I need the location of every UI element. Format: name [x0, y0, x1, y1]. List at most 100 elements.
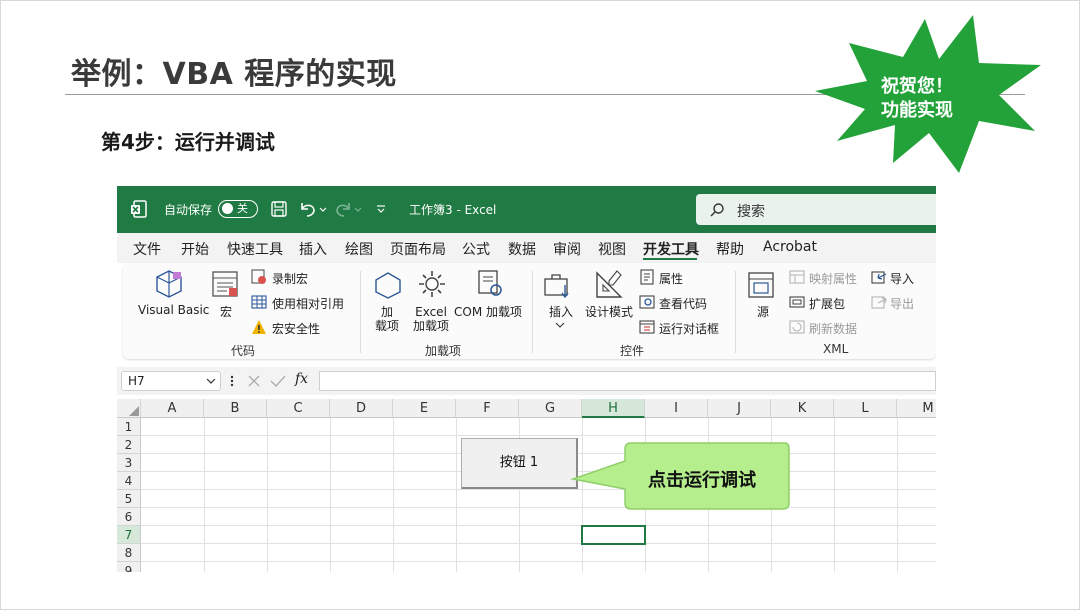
import-icon: [871, 271, 887, 284]
row-header-selected[interactable]: 7: [117, 526, 141, 544]
addins-button[interactable]: 加 载项: [375, 305, 399, 333]
redo-icon[interactable]: [335, 200, 365, 218]
cancel-icon[interactable]: [247, 374, 261, 388]
run-dialog-button[interactable]: 运行对话框: [659, 320, 719, 337]
formula-bar: H7 fx: [117, 367, 936, 395]
import-button[interactable]: 导入: [890, 270, 914, 287]
row-header[interactable]: 4: [117, 472, 141, 490]
undo-icon[interactable]: [298, 200, 328, 218]
name-box-value: H7: [128, 374, 145, 388]
more-options-icon[interactable]: [229, 374, 235, 388]
group-label-addins: 加载项: [425, 344, 462, 358]
design-mode-button[interactable]: 设计模式: [585, 303, 633, 320]
group-separator: [532, 271, 533, 353]
name-box[interactable]: H7: [121, 371, 221, 391]
search-placeholder: 搜索: [737, 204, 765, 220]
excel-window: 自动保存 关 工作簿3 - Excel 搜索 文件 开始 快速工具 插入 绘图 …: [117, 186, 936, 572]
insert-controls-button[interactable]: 插入: [549, 303, 573, 320]
badge-line-1: 祝贺您！: [881, 76, 953, 97]
tab-formulas[interactable]: 公式: [462, 239, 490, 259]
gridline: [456, 418, 457, 572]
selected-cell-h7[interactable]: [581, 525, 646, 545]
row-header[interactable]: 9: [117, 562, 141, 572]
group-label-xml: XML: [823, 342, 849, 356]
autosave-toggle[interactable]: 关: [218, 200, 258, 218]
column-header[interactable]: L: [834, 399, 897, 418]
select-all-corner[interactable]: [117, 399, 141, 418]
xml-source-icon: [748, 272, 774, 298]
column-header[interactable]: B: [204, 399, 267, 418]
refresh-data-button[interactable]: 刷新数据: [809, 320, 857, 337]
customize-toolbar-icon[interactable]: [375, 203, 387, 215]
column-header-selected[interactable]: H: [582, 399, 645, 418]
tab-file[interactable]: 文件: [133, 239, 161, 259]
excel-addins-label-1: Excel: [415, 305, 447, 319]
gridline: [141, 561, 936, 562]
insert-function-button[interactable]: fx: [295, 371, 308, 387]
column-header[interactable]: G: [519, 399, 582, 418]
workbook-title: 工作簿3 - Excel: [409, 203, 497, 217]
column-header[interactable]: F: [456, 399, 519, 418]
visual-basic-button[interactable]: Visual Basic: [138, 303, 209, 317]
expansion-packs-icon: [789, 296, 805, 308]
search-box[interactable]: 搜索: [696, 194, 936, 225]
tab-home[interactable]: 开始: [181, 239, 209, 259]
excel-addins-button[interactable]: Excel 加载项: [413, 305, 449, 333]
macro-security-button[interactable]: 宏安全性: [272, 320, 320, 337]
addins-label-1: 加: [381, 305, 394, 319]
row-header[interactable]: 6: [117, 508, 141, 526]
ribbon-panel: Visual Basic 宏 录制宏 使用相对引用 宏安全性 代码 加 载项 E…: [123, 263, 936, 359]
design-mode-icon: [596, 270, 623, 298]
visual-basic-icon: [156, 270, 182, 298]
gridline: [141, 507, 936, 508]
save-icon[interactable]: [271, 201, 287, 217]
row-header[interactable]: 3: [117, 454, 141, 472]
xml-source-button[interactable]: 源: [757, 303, 769, 320]
properties-button[interactable]: 属性: [659, 270, 683, 287]
view-code-button[interactable]: 查看代码: [659, 295, 707, 312]
record-macro-icon: [251, 269, 266, 284]
tab-draw[interactable]: 绘图: [345, 239, 373, 259]
tab-quick-tools[interactable]: 快速工具: [227, 239, 283, 259]
insert-controls-icon: [544, 274, 569, 299]
autosave-state: 关: [237, 202, 248, 215]
record-macro-button[interactable]: 录制宏: [272, 270, 308, 287]
formula-input[interactable]: [319, 371, 936, 391]
map-properties-button[interactable]: 映射属性: [809, 270, 857, 287]
com-addins-button[interactable]: COM 加载项: [454, 303, 522, 320]
row-header[interactable]: 1: [117, 418, 141, 436]
relative-reference-button[interactable]: 使用相对引用: [272, 295, 344, 312]
gridline: [204, 418, 205, 572]
tab-page-layout[interactable]: 页面布局: [390, 239, 446, 259]
column-header[interactable]: C: [267, 399, 330, 418]
column-header[interactable]: I: [645, 399, 708, 418]
tab-view[interactable]: 视图: [598, 239, 626, 259]
properties-icon: [640, 269, 654, 285]
enter-check-icon[interactable]: [270, 374, 286, 388]
form-button-1[interactable]: 按钮 1: [461, 438, 578, 489]
column-header[interactable]: D: [330, 399, 393, 418]
select-all-icon: [129, 406, 139, 416]
active-tab-indicator: [643, 258, 697, 260]
column-header[interactable]: J: [708, 399, 771, 418]
row-header[interactable]: 2: [117, 436, 141, 454]
refresh-data-icon: [789, 320, 805, 334]
tab-developer[interactable]: 开发工具: [643, 239, 699, 259]
export-button[interactable]: 导出: [890, 295, 914, 312]
tab-insert[interactable]: 插入: [299, 239, 327, 259]
column-header[interactable]: E: [393, 399, 456, 418]
row-header[interactable]: 8: [117, 544, 141, 562]
warning-icon: [252, 320, 266, 334]
tab-acrobat[interactable]: Acrobat: [763, 239, 817, 255]
macros-button[interactable]: 宏: [220, 303, 232, 320]
tab-review[interactable]: 审阅: [553, 239, 581, 259]
expansion-packs-button[interactable]: 扩展包: [809, 295, 845, 312]
tab-data[interactable]: 数据: [508, 239, 536, 259]
gridline: [141, 543, 936, 544]
column-header[interactable]: M: [897, 399, 936, 418]
tab-help[interactable]: 帮助: [716, 239, 744, 259]
gridline: [330, 418, 331, 572]
column-header[interactable]: K: [771, 399, 834, 418]
row-header[interactable]: 5: [117, 490, 141, 508]
column-header[interactable]: A: [141, 399, 204, 418]
